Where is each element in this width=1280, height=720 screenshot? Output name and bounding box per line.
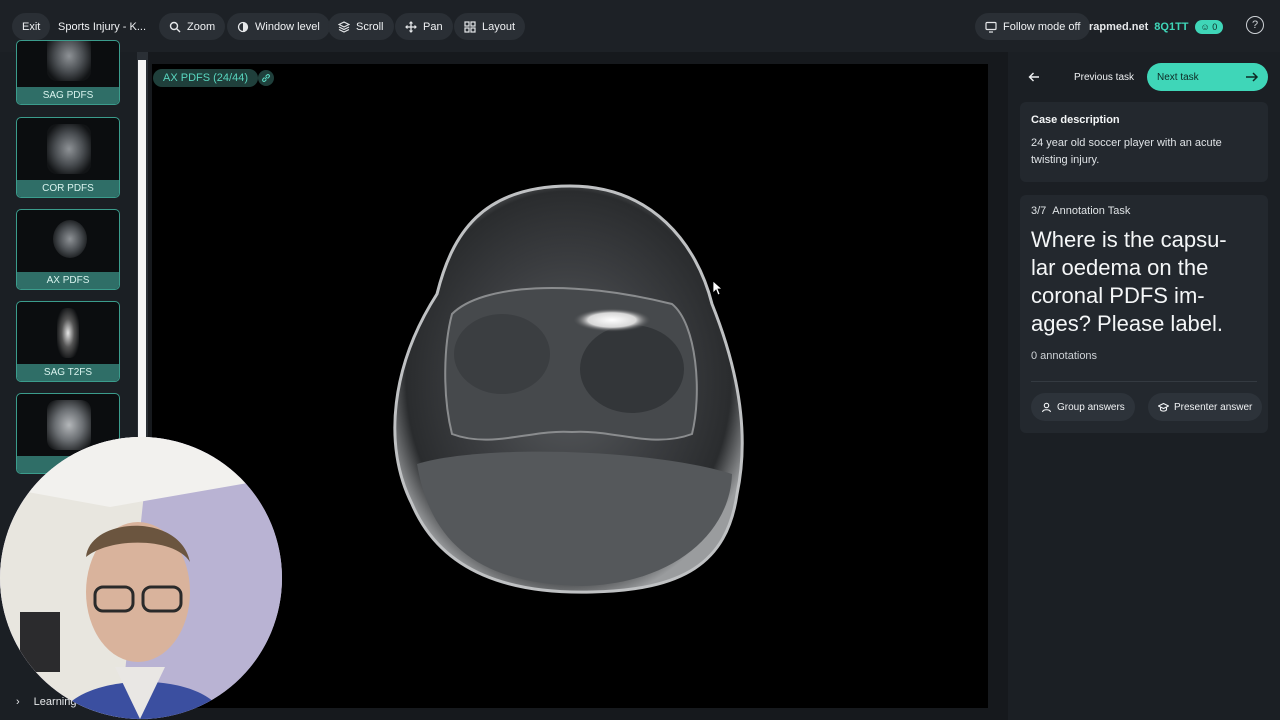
participants-badge: ☺ 0 [1194,19,1224,34]
pan-label: Pan [423,20,443,33]
site-name: rapmed.net [1089,20,1149,33]
next-task-button[interactable]: Next task [1147,63,1268,91]
arrow-left-icon [1020,63,1048,91]
mouse-cursor-icon [712,280,724,301]
user-icon: ☺ [1200,21,1210,32]
task-question: Where is the capsu-lar oedema on the cor… [1031,227,1227,336]
thumbnail-image [47,124,91,174]
arrow-right-icon [1244,69,1260,85]
scrollbar-highlight [138,60,146,440]
session-code: 8Q1TT [1154,20,1189,33]
help-icon[interactable]: ? [1246,16,1264,34]
exit-button[interactable]: Exit [12,13,51,40]
task-progress: 3/7 [1031,205,1047,217]
series-label: SAG PDFS [17,87,119,104]
layers-icon [338,20,350,33]
thumbnail-image [53,220,87,258]
task-header: 3/7 Annotation Task [1031,205,1257,217]
presenter-answer-button[interactable]: Presenter answer [1148,393,1263,421]
session-info[interactable]: rapmed.net 8Q1TT ☺ 0 [1089,13,1224,40]
follow-mode-button[interactable]: Follow mode off [975,13,1091,40]
series-indicator: AX PDFS (24/44) [153,69,258,87]
grid-icon [464,20,476,33]
series-thumb-sag-t2fs[interactable]: SAG T2FS [16,301,120,382]
divider [1031,381,1257,382]
graduation-cap-icon [1158,402,1169,412]
contrast-icon [237,21,249,33]
case-description-text: 24 year old soccer player with an acute … [1031,137,1222,166]
series-thumb-cor-pdfs[interactable]: COR PDFS [16,117,120,198]
zoom-button[interactable]: Zoom [159,13,226,40]
exit-label: Exit [22,20,41,33]
scroll-button[interactable]: Scroll [328,13,394,40]
magnifier-icon [169,21,181,33]
previous-task-label: Previous task [1074,71,1135,83]
group-answers-button[interactable]: Group answers [1031,393,1135,421]
presenter-answer-label: Presenter answer [1174,401,1253,413]
thumbnail-image [47,41,91,81]
help-label: ? [1251,19,1259,31]
case-description-title: Case description [1031,114,1120,126]
follow-mode-label: Follow mode off [1003,20,1081,33]
annotation-task-card: 3/7 Annotation Task Where is the capsu-l… [1020,195,1268,433]
thumbnail-image [47,400,91,450]
layout-button[interactable]: Layout [454,13,526,40]
link-icon[interactable] [258,70,274,86]
participants-count: 0 [1212,21,1218,32]
chevron-right-icon: › [16,696,20,708]
case-description-card: Case description 24 year old soccer play… [1020,102,1268,182]
next-task-label: Next task [1157,71,1199,83]
presenter-webcam [0,437,282,719]
layout-label: Layout [482,20,516,33]
window-level-button[interactable]: Window level [227,13,330,40]
scroll-label: Scroll [356,20,384,33]
series-label: SAG T2FS [17,364,119,381]
task-type: Annotation Task [1052,205,1131,217]
annotation-count: 0 annotations [1031,350,1098,362]
case-title: Sports Injury - K... [58,20,147,33]
series-thumb-ax-pdfs[interactable]: AX PDFS [16,209,120,290]
users-icon [1041,402,1052,412]
series-label: COR PDFS [17,180,119,197]
webcam-video [0,437,282,719]
thumbnail-image [57,308,79,358]
series-label: AX PDFS [17,272,119,289]
previous-task-button[interactable]: Previous task [1020,63,1140,91]
move-icon [405,20,417,33]
window-level-label: Window level [255,20,320,33]
monitor-icon [985,21,997,33]
zoom-label: Zoom [187,20,216,33]
top-bar: Exit Sports Injury - K... Zoom Window le… [0,0,1280,52]
group-answers-label: Group answers [1057,401,1125,413]
pan-button[interactable]: Pan [395,13,453,40]
series-thumb-sag-pdfs[interactable]: SAG PDFS [16,40,120,105]
